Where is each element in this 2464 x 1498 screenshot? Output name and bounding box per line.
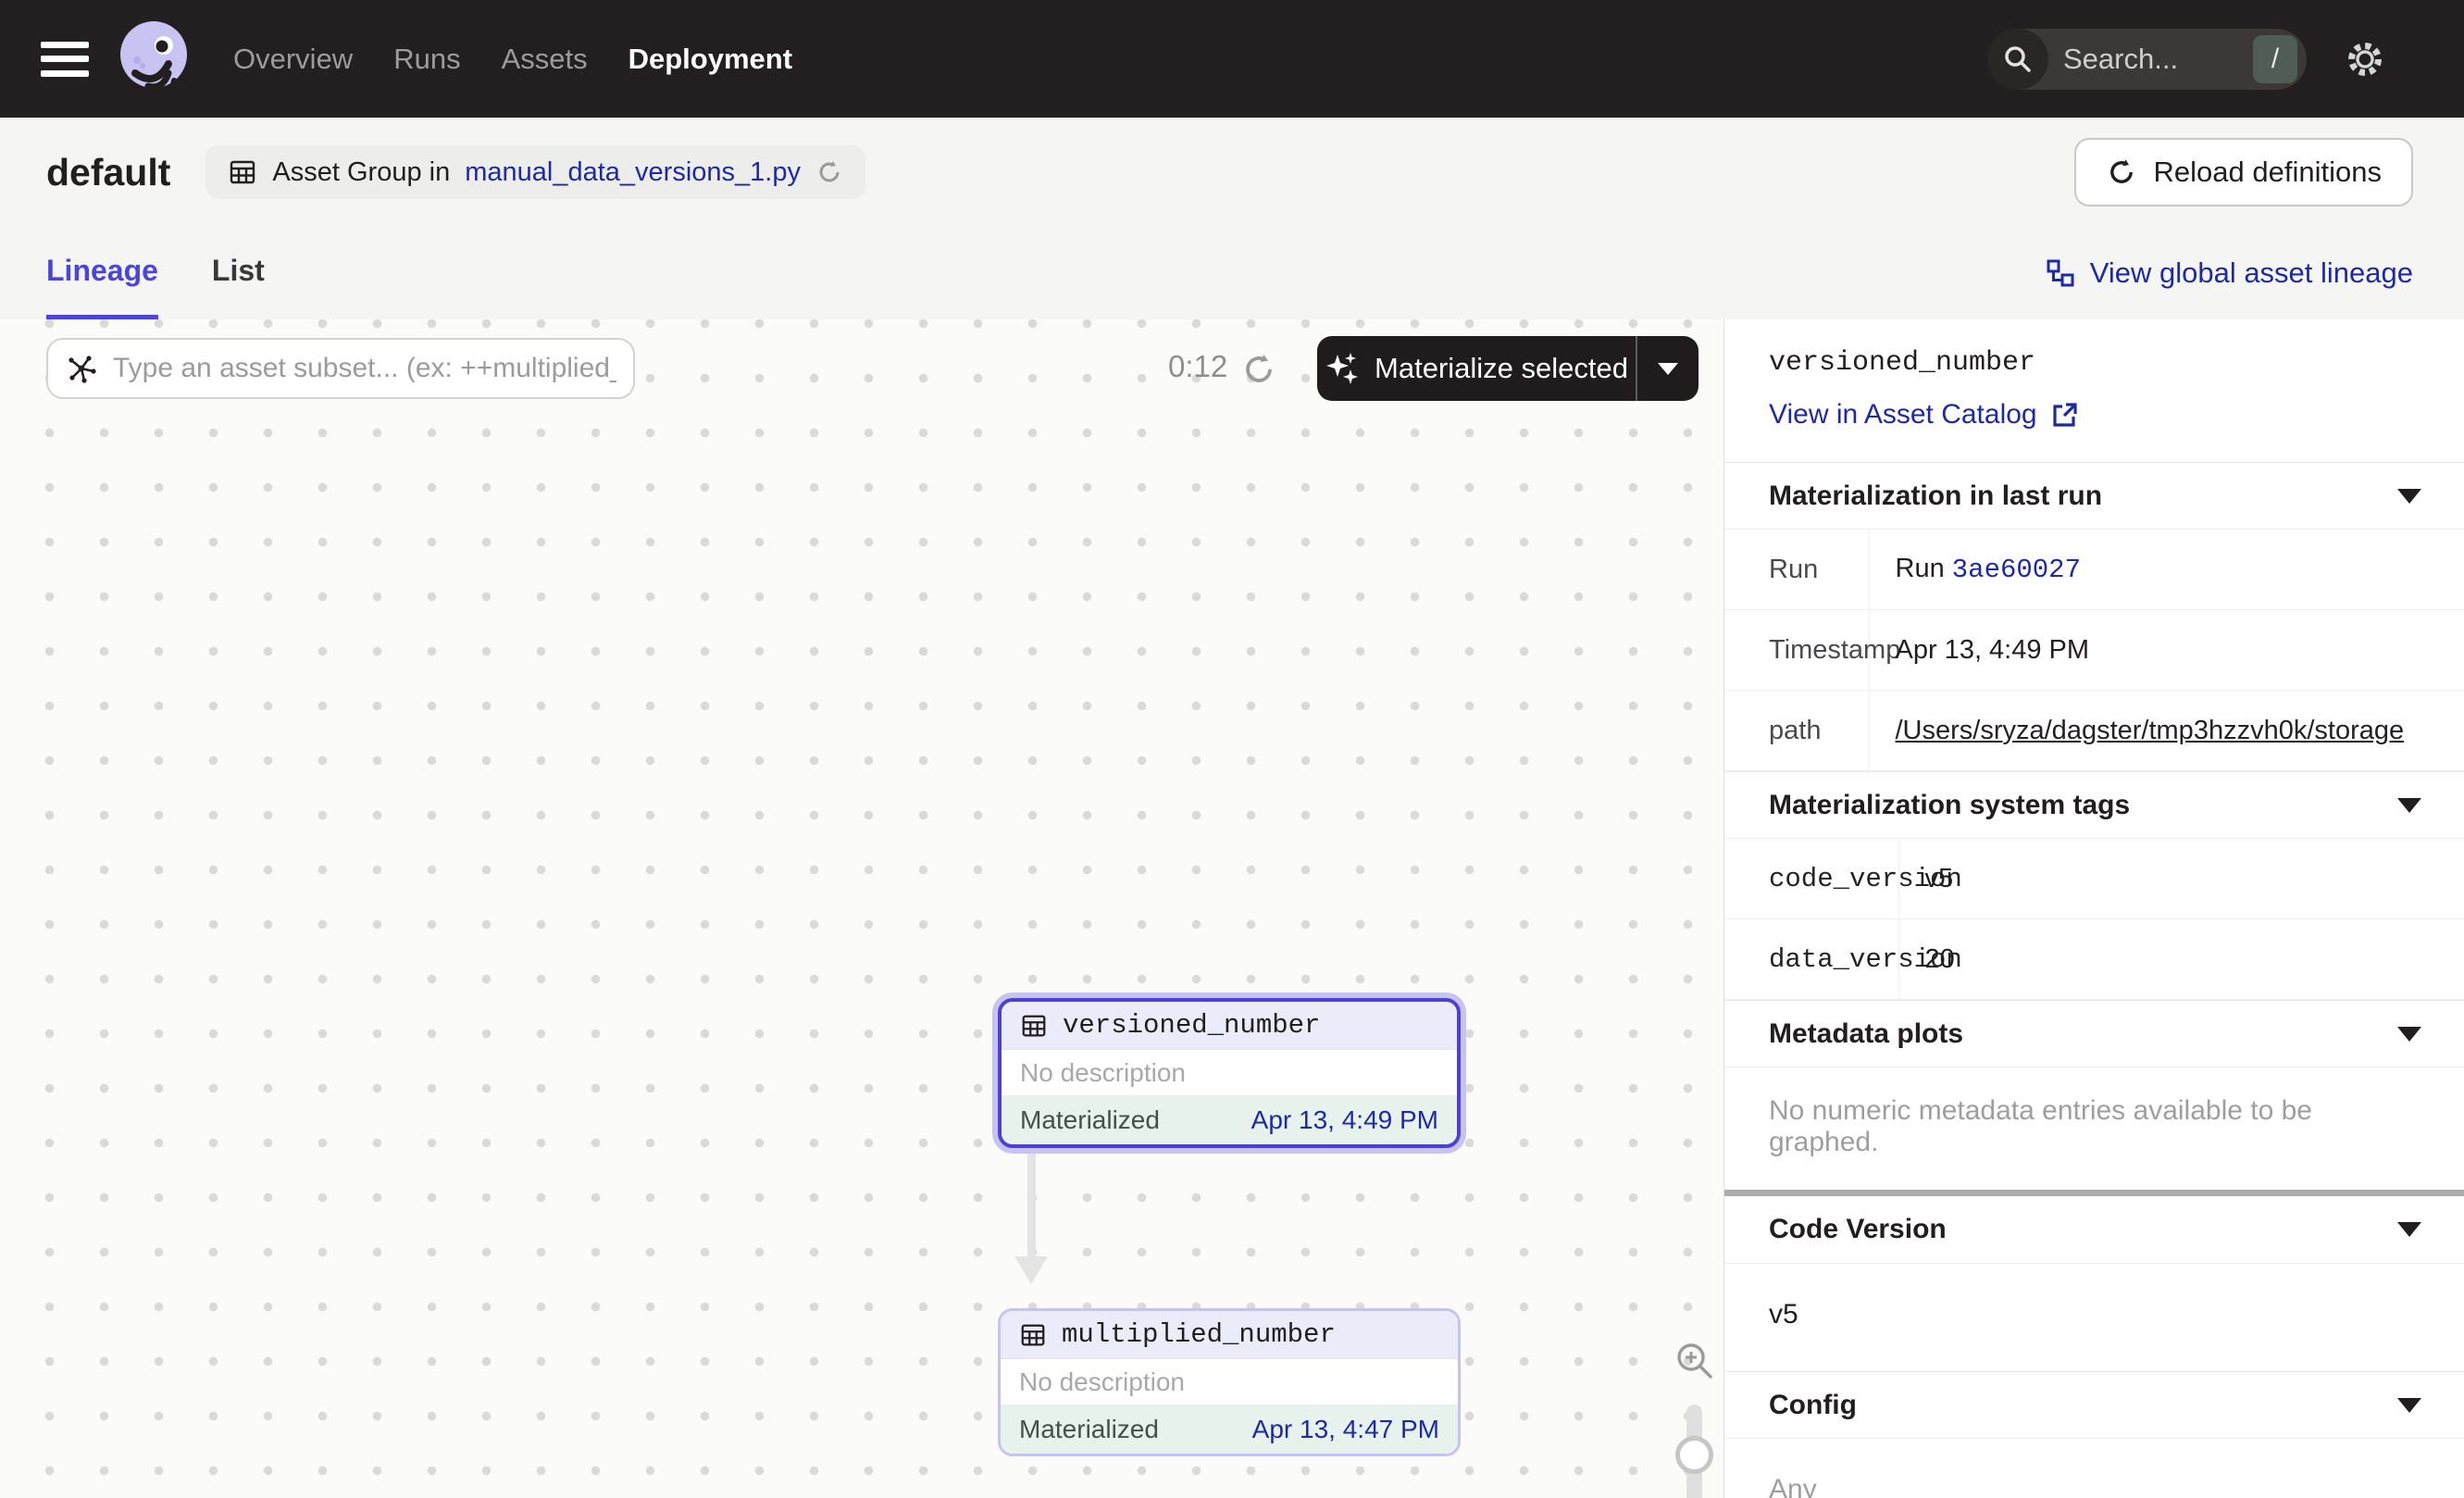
section-materialization-system-tags[interactable]: Materialization system tags — [1724, 771, 2464, 838]
section-materialization-last-run[interactable]: Materialization in last run — [1724, 462, 2464, 529]
lineage-graph-icon — [2046, 258, 2075, 288]
view-global-asset-lineage-link[interactable]: View global asset lineage — [2046, 256, 2413, 290]
section-label: Materialization system tags — [1769, 790, 2130, 821]
tab-list[interactable]: List — [212, 227, 265, 319]
row-label: Run — [1724, 530, 1869, 610]
timestamp-value: Apr 13, 4:49 PM — [1869, 610, 2464, 691]
reload-definitions-button[interactable]: Reload definitions — [2074, 138, 2413, 206]
asset-node-description: No description — [1002, 1050, 1457, 1096]
materialize-selected-label: Materialize selected — [1375, 352, 1628, 385]
lineage-graph-canvas[interactable]: 0:12 Materialize selected versione — [0, 319, 1724, 1498]
asset-node-timestamp-link[interactable]: Apr 13, 4:49 PM — [1251, 1105, 1438, 1135]
reload-icon — [2106, 156, 2137, 188]
row-label: Timestamp — [1724, 610, 1869, 691]
asset-node-name: versioned_number — [1063, 1010, 1320, 1041]
nav-item-assets[interactable]: Assets — [502, 43, 588, 76]
asset-node-status: Materialized — [1019, 1415, 1159, 1444]
search-input[interactable]: Search... / — [1987, 29, 2307, 90]
asset-node-status: Materialized — [1020, 1105, 1160, 1135]
page-header: default Asset Group in manual_data_versi… — [0, 118, 2464, 319]
chevron-down-icon — [2397, 798, 2421, 813]
run-id-link[interactable]: 3ae60027 — [1952, 555, 2081, 585]
materialize-options-dropdown[interactable] — [1637, 336, 1699, 401]
table-row: Run Run 3ae60027 — [1724, 530, 2464, 610]
tab-lineage[interactable]: Lineage — [46, 227, 158, 319]
config-body: Any — [1724, 1438, 2464, 1498]
refresh-timer: 0:12 — [1168, 349, 1227, 384]
last-run-table: Run Run 3ae60027 Timestamp Apr 13, 4:49 … — [1724, 529, 2464, 771]
search-placeholder: Search... — [2048, 43, 2253, 76]
section-label: Materialization in last run — [1769, 481, 2102, 512]
code-version-value: v5 — [1898, 839, 2464, 919]
panel-divider — [1724, 1190, 2464, 1196]
view-in-asset-catalog-label: View in Asset Catalog — [1769, 399, 2037, 431]
section-metadata-plots[interactable]: Metadata plots — [1724, 1000, 2464, 1067]
dagster-logo-icon[interactable] — [115, 18, 193, 100]
asset-details-panel: versioned_number View in Asset Catalog M… — [1724, 319, 2464, 1498]
nav-item-runs[interactable]: Runs — [393, 43, 460, 76]
chevron-down-icon — [2397, 1027, 2421, 1042]
table-row: code_version v5 — [1724, 839, 2464, 919]
reload-definitions-label: Reload definitions — [2154, 156, 2382, 189]
asset-group-file-link[interactable]: manual_data_versions_1.py — [465, 157, 801, 188]
hamburger-menu-icon[interactable] — [41, 42, 89, 77]
graph-refresh-icon[interactable] — [1240, 351, 1277, 393]
asset-subset-filter[interactable] — [46, 338, 635, 399]
asset-group-label: Asset Group in — [272, 157, 450, 188]
run-value-prefix: Run — [1896, 554, 1945, 583]
asset-node-multiplied-number[interactable]: multiplied_number No description Materia… — [998, 1308, 1461, 1456]
external-link-icon — [2050, 401, 2078, 429]
asset-subset-input[interactable] — [113, 353, 616, 384]
chevron-down-icon — [1658, 363, 1678, 375]
view-global-asset-lineage-label: View global asset lineage — [2090, 256, 2413, 290]
settings-gear-icon[interactable] — [2344, 38, 2386, 81]
asset-node-timestamp-link[interactable]: Apr 13, 4:47 PM — [1252, 1415, 1439, 1444]
section-label: Metadata plots — [1769, 1018, 1963, 1050]
metadata-plots-empty-state: No numeric metadata entries available to… — [1724, 1067, 2464, 1190]
table-icon — [1019, 1321, 1047, 1349]
table-icon — [1020, 1012, 1048, 1040]
table-row: Timestamp Apr 13, 4:49 PM — [1724, 610, 2464, 691]
sparkles-icon — [1325, 351, 1360, 386]
nav-item-deployment[interactable]: Deployment — [628, 43, 792, 76]
section-code-version[interactable]: Code Version — [1724, 1196, 2464, 1263]
data-version-value: 20 — [1898, 919, 2464, 1000]
graph-filter-icon — [65, 352, 98, 385]
asset-group-pill: Asset Group in manual_data_versions_1.py — [205, 145, 865, 199]
table-row: path /Users/sryza/dagster/tmp3hzzvh0k/st… — [1724, 691, 2464, 771]
row-label: path — [1724, 691, 1869, 771]
row-label: code_version — [1724, 839, 1898, 919]
search-icon — [1987, 29, 2048, 90]
code-version-body: v5 — [1724, 1263, 2464, 1371]
section-label: Code Version — [1769, 1214, 1947, 1245]
lineage-edge-arrowhead — [1014, 1256, 1048, 1284]
asset-node-description: No description — [1001, 1359, 1458, 1405]
nav-item-overview[interactable]: Overview — [233, 43, 353, 76]
path-link[interactable]: /Users/sryza/dagster/tmp3hzzvh0k/storage — [1896, 716, 2405, 745]
page-title: default — [46, 151, 170, 194]
chevron-down-icon — [2397, 1398, 2421, 1413]
nav-links: Overview Runs Assets Deployment — [233, 43, 792, 76]
section-config[interactable]: Config — [1724, 1371, 2464, 1438]
lineage-edge — [1027, 1151, 1036, 1258]
refresh-icon[interactable] — [815, 158, 843, 186]
materialize-selected-button[interactable]: Materialize selected — [1317, 336, 1699, 401]
zoom-slider-handle[interactable] — [1675, 1436, 1713, 1474]
table-row: data_version 20 — [1724, 919, 2464, 1000]
system-tags-table: code_version v5 data_version 20 — [1724, 838, 2464, 1000]
chevron-down-icon — [2397, 1222, 2421, 1237]
search-shortcut-badge: / — [2253, 35, 2297, 83]
table-icon — [228, 157, 257, 187]
section-label: Config — [1769, 1390, 1857, 1421]
chevron-down-icon — [2397, 489, 2421, 504]
panel-asset-title: versioned_number — [1769, 347, 2420, 379]
view-in-asset-catalog-link[interactable]: View in Asset Catalog — [1769, 399, 2078, 431]
asset-node-name: multiplied_number — [1062, 1319, 1336, 1350]
asset-node-versioned-number[interactable]: versioned_number No description Material… — [998, 998, 1461, 1148]
top-nav: Overview Runs Assets Deployment Search..… — [0, 0, 2464, 118]
zoom-in-icon[interactable] — [1674, 1340, 1716, 1387]
row-label: data_version — [1724, 919, 1898, 1000]
